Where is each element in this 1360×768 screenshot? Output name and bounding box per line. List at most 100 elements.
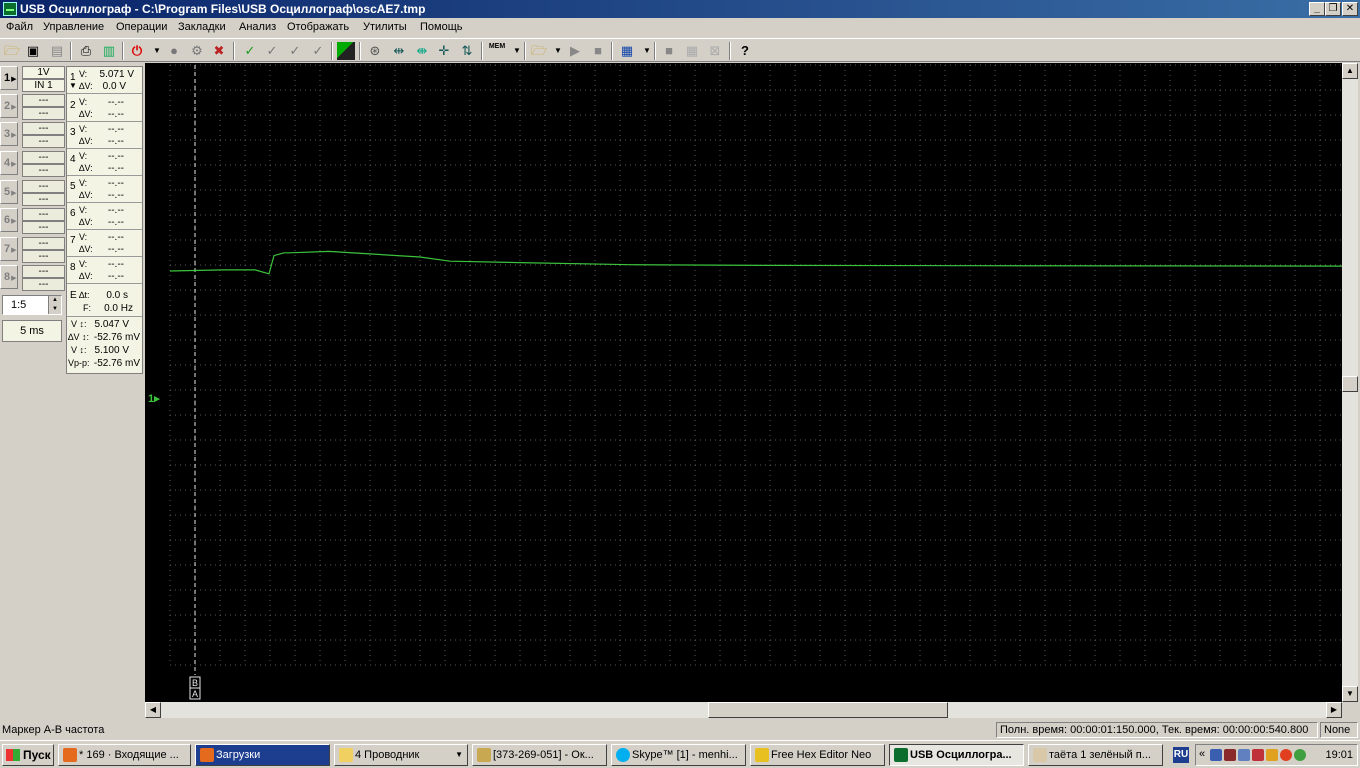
power-dropdown-icon[interactable]: ▼ [148,42,166,60]
print-icon[interactable]: ⎙ [77,42,95,60]
channel-2-input[interactable]: --- [22,107,65,120]
channel-7-input[interactable]: --- [22,250,65,263]
memory-icon[interactable]: MEM [488,42,506,60]
menu-bookmarks[interactable]: Закладки [178,21,226,33]
color-icon[interactable] [337,42,355,60]
channel-3-button[interactable]: 3▶ [0,122,18,146]
task-skype[interactable]: Skype™ [1] - menhi... [611,744,746,766]
grid-2-icon[interactable]: ▦ [683,42,701,60]
menu-view[interactable]: Отображать [287,21,349,33]
channel-2-scale[interactable]: --- [22,94,65,107]
check-1-icon[interactable]: ✓ [263,42,281,60]
oscilloscope-display[interactable]: 1▸ B A [145,63,1346,702]
channel-5-button[interactable]: 5▶ [0,180,18,204]
task-usb-oscilloscope[interactable]: USB Осциллогра... [889,744,1024,766]
network-icon[interactable] [1210,749,1222,761]
zoom-select[interactable]: 1:5 ▲ ▼ [2,295,62,315]
opera-icon[interactable] [1280,749,1292,761]
channel-8-button[interactable]: 8▶ [0,265,18,289]
channel-7-button[interactable]: 7▶ [0,237,18,261]
stop-2-icon[interactable]: ■ [589,42,607,60]
warning-icon[interactable] [1266,749,1278,761]
grid-3-icon[interactable]: ⊠ [706,42,724,60]
scroll-up-button[interactable]: ▲ [1342,63,1358,79]
timebase-field[interactable]: 5 ms [2,320,62,342]
title-bar[interactable]: USB Осциллограф - C:\Program Files\USB О… [0,0,1360,18]
menu-operations[interactable]: Операции [116,21,167,33]
channel-1-button[interactable]: 1▶ [0,66,18,90]
power-icon[interactable]: ⏻ [128,42,146,60]
channel-4-scale[interactable]: --- [22,151,65,164]
tray-app-icon[interactable] [1224,749,1236,761]
check-icon[interactable]: ✓ [241,42,259,60]
antivirus-icon[interactable] [1252,749,1264,761]
channel-8-input[interactable]: --- [22,278,65,291]
channel-4-button[interactable]: 4▶ [0,151,18,175]
channel-1-scale[interactable]: 1V [22,66,65,79]
help-icon[interactable]: ? [736,42,754,60]
task-thunderbird[interactable]: * 169 · Входящие ... [58,744,191,766]
marker-v2-label: V ↕: [71,345,87,355]
task-document[interactable]: таёта 1 зелёный п... [1028,744,1163,766]
load-icon[interactable]: 🗁 [530,42,548,60]
scroll-right-button[interactable]: ▶ [1326,702,1342,718]
menu-file[interactable]: Файл [6,21,33,33]
task-downloads[interactable]: Загрузки [195,744,330,766]
task-ok[interactable]: [373-269-051] - Ок... [472,744,607,766]
channel-1-level-marker[interactable]: 1▸ [148,393,160,405]
channel-6-input[interactable]: --- [22,221,65,234]
menu-help[interactable]: Помощь [420,21,463,33]
scroll-left-button[interactable]: ◀ [145,702,161,718]
channel-2-button[interactable]: 2▶ [0,94,18,118]
language-indicator[interactable]: RU [1173,747,1189,763]
cursor-2-icon[interactable]: ⇼ [413,42,431,60]
channel-6-button[interactable]: 6▶ [0,208,18,232]
minimize-button[interactable]: _ [1309,2,1325,16]
channel-1-input[interactable]: IN 1 [22,79,65,92]
print-preview-icon[interactable]: ▥ [100,42,118,60]
status-icon[interactable] [1294,749,1306,761]
play-icon[interactable]: ▶ [566,42,584,60]
zoom-spinner[interactable]: ▲ ▼ [48,296,61,314]
clock[interactable]: 19:01 [1325,749,1353,761]
run-icon[interactable]: ⚙ [188,42,206,60]
menu-analysis[interactable]: Анализ [239,21,276,33]
restore-button[interactable]: ❐ [1325,2,1341,16]
check-3-icon[interactable]: ✓ [309,42,327,60]
save-as-icon[interactable]: ▤ [48,42,66,60]
task-hex-editor[interactable]: Free Hex Editor Neo [750,744,885,766]
channel-6-scale[interactable]: --- [22,208,65,221]
channel-3-input[interactable]: --- [22,135,65,148]
cursor-3-icon[interactable]: ✛ [435,42,453,60]
grid-1-icon[interactable]: ■ [660,42,678,60]
menu-utilities[interactable]: Утилиты [363,21,407,33]
save-icon[interactable]: ▣ [24,42,42,60]
abc-icon[interactable]: ▦ [618,42,636,60]
channel-8-scale[interactable]: --- [22,265,65,278]
tray-expand-icon[interactable]: « [1199,748,1205,760]
scroll-down-button[interactable]: ▼ [1342,686,1358,702]
load-dropdown-icon[interactable]: ▼ [549,42,567,60]
horizontal-scrollbar[interactable]: ◀ ▶ [145,702,1342,718]
horizontal-scroll-thumb[interactable] [708,702,948,718]
channel-4-input[interactable]: --- [22,164,65,177]
task-explorer[interactable]: 4 Проводник ▼ [334,744,468,766]
channel-3-scale[interactable]: --- [22,122,65,135]
channel-5-scale[interactable]: --- [22,180,65,193]
stop-icon[interactable]: ✖ [210,42,228,60]
record-icon[interactable]: ● [165,42,183,60]
cursor-4-icon[interactable]: ⇅ [458,42,476,60]
start-button[interactable]: Пуск [2,744,54,766]
status-mode: None [1320,722,1358,738]
measure-icon[interactable]: ⊛ [366,42,384,60]
open-icon[interactable]: 🗁 [3,42,21,60]
close-button[interactable]: ✕ [1342,2,1358,16]
check-2-icon[interactable]: ✓ [286,42,304,60]
cursor-icon[interactable]: ⇹ [390,42,408,60]
vertical-scrollbar[interactable]: ▲ ▼ [1342,63,1358,702]
channel-5-input[interactable]: --- [22,193,65,206]
menu-control[interactable]: Управление [43,21,104,33]
vertical-scroll-thumb[interactable] [1342,376,1358,392]
display-icon[interactable] [1238,749,1250,761]
channel-7-scale[interactable]: --- [22,237,65,250]
